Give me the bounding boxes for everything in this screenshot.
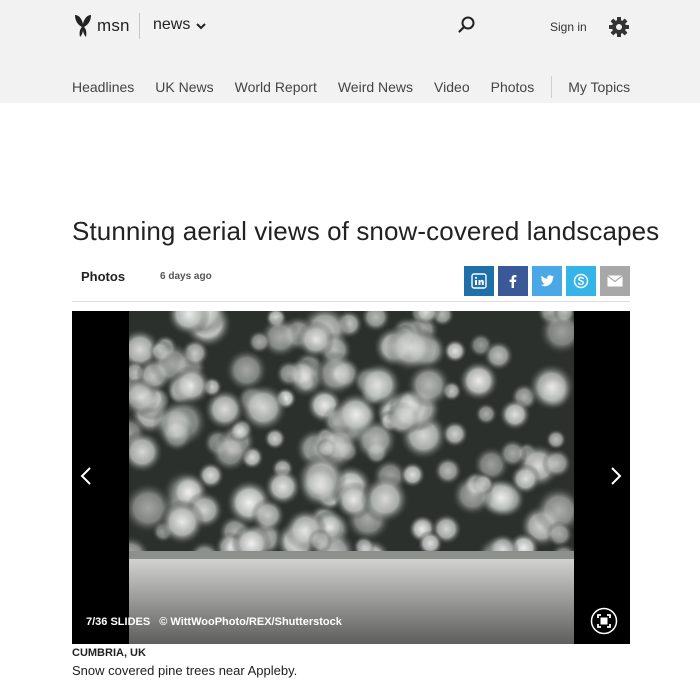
share-facebook-button[interactable]	[498, 266, 528, 296]
twitter-icon	[540, 275, 554, 287]
facebook-icon	[509, 275, 517, 288]
slide-counter: 7/36 SLIDES	[86, 616, 151, 628]
article-title: Stunning aerial views of snow-covered la…	[72, 216, 660, 246]
nav-item-my-topics[interactable]: My Topics	[568, 79, 630, 95]
nav-item-headlines[interactable]: Headlines	[72, 79, 134, 95]
linkedin-icon	[471, 273, 487, 289]
section-label: news	[153, 16, 191, 33]
chevron-right-icon	[611, 467, 622, 485]
fullscreen-icon	[590, 607, 618, 635]
caption-location: CUMBRIA, UK	[72, 647, 146, 659]
search-icon	[458, 16, 475, 33]
slide-info: 7/36 SLIDES © WittWooPhoto/REX/Shutterst…	[86, 616, 348, 628]
nav-item-uk-news[interactable]: UK News	[155, 79, 213, 95]
chevron-left-icon	[80, 467, 91, 485]
share-bar	[460, 266, 630, 296]
nav-item-weird-news[interactable]: Weird News	[338, 79, 413, 95]
share-email-button[interactable]	[600, 266, 630, 296]
section-nav: Headlines UK News World Report Weird New…	[72, 76, 651, 98]
section-dropdown[interactable]: news	[153, 16, 207, 34]
nav-item-world-report[interactable]: World Report	[235, 79, 317, 95]
slideshow-viewer[interactable]: 7/36 SLIDES © WittWooPhoto/REX/Shutterst…	[72, 311, 630, 644]
sign-in-link[interactable]: Sign in	[550, 20, 587, 34]
article-meta: Photos 6 days ago	[72, 262, 630, 302]
share-twitter-button[interactable]	[532, 266, 562, 296]
skype-icon	[573, 273, 589, 289]
fullscreen-button[interactable]	[590, 607, 618, 635]
msn-logo[interactable]: msn	[72, 12, 130, 40]
header-divider	[139, 13, 140, 39]
brand-name: msn	[97, 16, 130, 35]
category-link[interactable]: Photos	[81, 269, 125, 284]
search-button[interactable]	[456, 14, 478, 36]
settings-button[interactable]	[608, 16, 630, 38]
next-slide-button[interactable]	[604, 461, 628, 491]
caption-text: Snow covered pine trees near Appleby.	[72, 663, 298, 678]
publish-time: 6 days ago	[160, 271, 212, 282]
chevron-down-icon	[196, 22, 207, 29]
photo-credit: © WittWooPhoto/REX/Shutterstock	[159, 616, 342, 628]
previous-slide-button[interactable]	[74, 461, 98, 491]
site-header: msn news Sign in Headlines UK News World…	[0, 0, 700, 103]
share-skype-button[interactable]	[566, 266, 596, 296]
gear-icon	[609, 17, 629, 37]
nav-divider	[551, 76, 553, 98]
share-linkedin-button[interactable]	[464, 266, 494, 296]
email-icon	[607, 275, 623, 287]
msn-butterfly-icon	[75, 15, 91, 37]
nav-item-photos[interactable]: Photos	[491, 79, 535, 95]
slide-image	[129, 311, 574, 644]
nav-item-video[interactable]: Video	[434, 79, 470, 95]
